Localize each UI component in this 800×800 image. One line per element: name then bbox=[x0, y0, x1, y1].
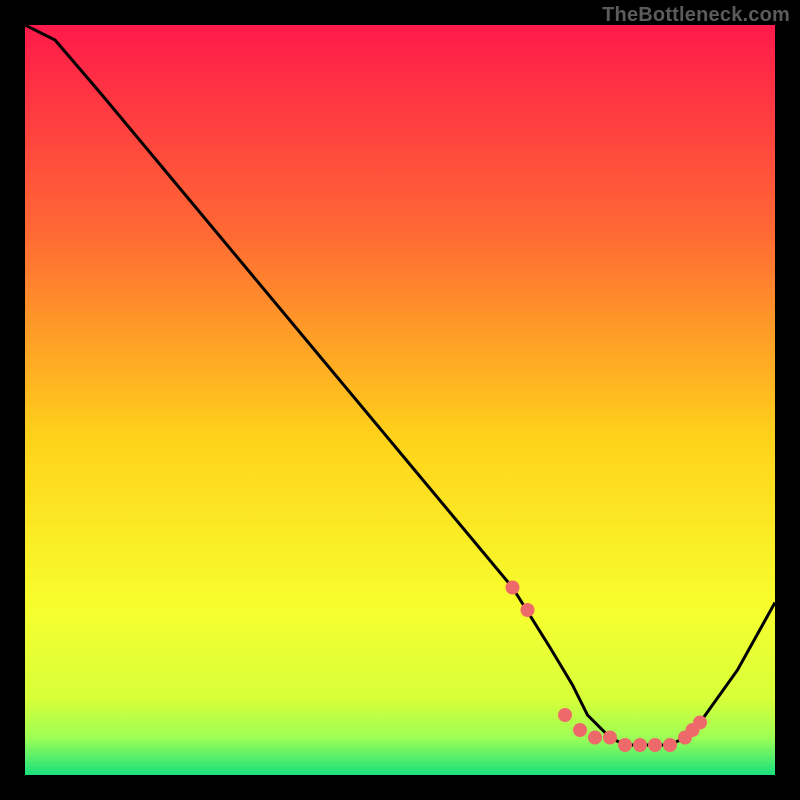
marker-point bbox=[618, 738, 632, 752]
plot-surface bbox=[25, 25, 775, 775]
marker-point bbox=[663, 738, 677, 752]
marker-point bbox=[603, 731, 617, 745]
marker-point bbox=[693, 716, 707, 730]
marker-point bbox=[588, 731, 602, 745]
marker-point bbox=[573, 723, 587, 737]
marker-point bbox=[521, 603, 535, 617]
marker-point bbox=[633, 738, 647, 752]
marker-point bbox=[558, 708, 572, 722]
marker-point bbox=[648, 738, 662, 752]
marker-point bbox=[506, 581, 520, 595]
watermark-text: TheBottleneck.com bbox=[602, 4, 790, 27]
chart-frame: { "watermark": "TheBottleneck.com", "col… bbox=[0, 0, 800, 800]
